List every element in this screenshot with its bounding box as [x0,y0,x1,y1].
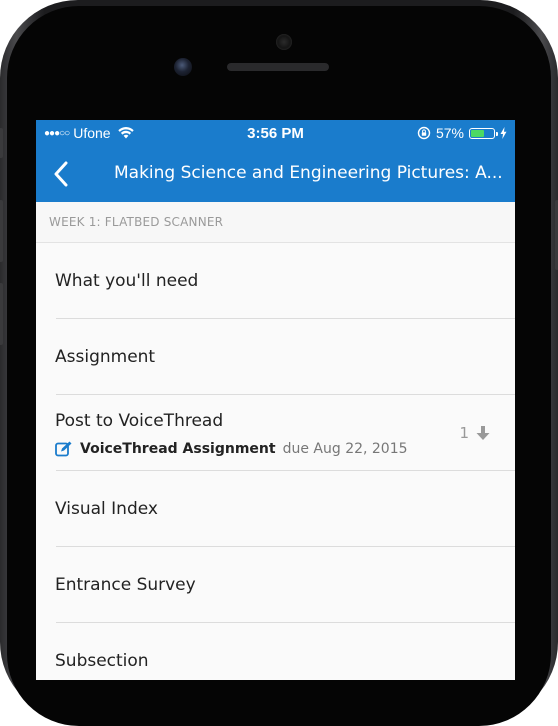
battery-percent: 57% [435,125,464,141]
list-item-entrance-survey[interactable]: Entrance Survey [36,547,515,623]
section-header: WEEK 1: FLATBED SCANNER [36,202,515,243]
list-item-subsection[interactable]: Subsection [36,623,515,680]
list-item-post-to-voicethread[interactable]: Post to VoiceThread VoiceThread Assignme… [36,395,515,471]
app-screen: ●●●○○ Ufone 3:56 PM 57% Making Science a… [36,120,515,680]
download-count: 1 [459,424,491,442]
list-item-assignment[interactable]: Assignment [36,319,515,395]
volume-down-button [0,283,3,345]
chevron-left-icon [53,161,69,187]
assignment-subtitle: VoiceThread Assignment due Aug 22, 2015 [55,441,408,457]
front-camera-icon [174,58,192,76]
list-item-visual-index[interactable]: Visual Index [36,471,515,547]
sensor-icon [276,34,292,50]
list-item-what-youll-need[interactable]: What you'll need [36,243,515,319]
back-button[interactable] [44,156,78,192]
list-item-label: Assignment [55,347,156,367]
edit-icon [55,441,73,457]
section-header-label: WEEK 1: FLATBED SCANNER [49,215,224,229]
list-item-label: Subsection [55,651,149,671]
assignment-name: VoiceThread Assignment [80,441,276,457]
phone-frame: ●●●○○ Ufone 3:56 PM 57% Making Science a… [0,0,558,726]
orientation-lock-icon [417,126,431,140]
battery-icon [469,127,498,139]
page-title: Making Science and Engineering Pictures:… [114,163,503,183]
download-arrow-icon[interactable] [475,425,491,441]
list-item-label: Post to VoiceThread [55,411,224,431]
status-right: 57% [417,125,507,141]
list-item-label: Visual Index [55,499,158,519]
navigation-bar: Making Science and Engineering Pictures:… [36,146,515,202]
volume-up-button [0,200,3,262]
status-bar: ●●●○○ Ufone 3:56 PM 57% [36,120,515,146]
due-date: due Aug 22, 2015 [282,441,408,457]
mute-switch [0,128,3,158]
list-item-label: What you'll need [55,271,199,291]
list-item-label: Entrance Survey [55,575,196,595]
charging-bolt-icon [500,127,507,139]
earpiece-speaker [227,63,329,71]
download-count-value: 1 [459,424,469,442]
module-item-list: What you'll need Assignment Post to Voic… [36,243,515,680]
